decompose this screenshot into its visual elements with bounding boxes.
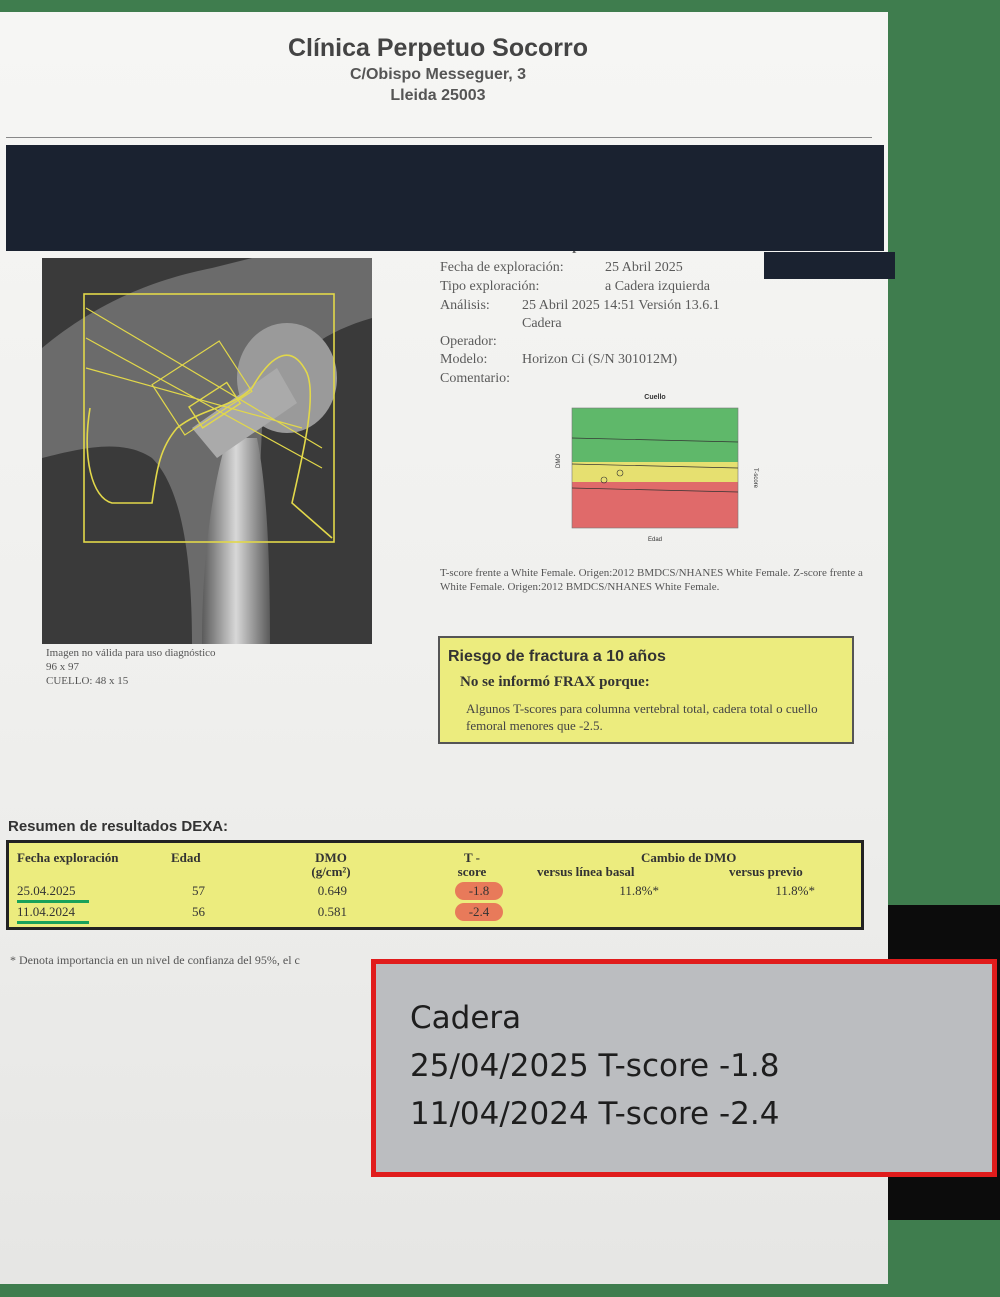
row2-edad: 56	[192, 904, 205, 919]
col-header-tscore-line1: T -	[463, 850, 480, 865]
redaction-block-small	[764, 252, 895, 279]
exam-date-label: Fecha de exploración:	[440, 260, 564, 275]
col-header-basal: versus línea basal	[537, 864, 635, 879]
clinic-address: C/Obispo Messeguer, 3 Lleida 25003	[0, 64, 876, 106]
summary-table: Fecha exploración Edad DMO (g/cm²) T - s…	[6, 840, 864, 930]
col-header-dmo-label: DMO	[315, 850, 347, 865]
row1-edad: 57	[192, 883, 205, 898]
col-header-edad: Edad	[171, 850, 201, 865]
frax-body: Algunos T-scores para columna vertebral …	[466, 701, 818, 733]
model-value: Horizon Ci (S/N 301012M)	[522, 352, 678, 367]
exam-date-value: 25 Abril 2025	[605, 260, 683, 275]
xray-caption: Imagen no válida para uso diagnóstico 96…	[46, 646, 216, 688]
xray-caption-roi: CUELLO: 48 x 15	[46, 675, 129, 687]
frax-title: Riesgo de fractura a 10 años	[448, 648, 666, 665]
exam-type-value: a Cadera izquierda	[605, 279, 710, 294]
clinic-address-street: C/Obispo Messeguer, 3	[349, 66, 527, 83]
row1-tscore: -1.8	[468, 883, 490, 898]
xray-caption-warning: Imagen no válida para uso diagnóstico	[46, 647, 216, 659]
col-header-previo: versus previo	[729, 864, 803, 879]
row1-previo: 11.8%*	[775, 883, 815, 898]
zone-normal	[572, 408, 738, 462]
clinic-name: Clínica Perpetuo Socorro	[287, 34, 589, 62]
mini-chart-right-label: T-score	[752, 468, 758, 489]
col-header-tscore: T - score	[453, 851, 491, 879]
col-header-tscore-line2: score	[457, 864, 487, 879]
mini-chart-title: Cuello	[644, 394, 665, 401]
exam-type-label: Tipo exploración:	[440, 279, 540, 294]
comment-label: Comentario:	[440, 371, 510, 386]
row2-fecha: 11.04.2024	[17, 904, 76, 919]
row2-tscore: -2.4	[468, 904, 490, 919]
col-header-dmo-unit: (g/cm²)	[311, 864, 351, 879]
frax-box: Riesgo de fractura a 10 años No se infor…	[438, 636, 854, 744]
bmd-reference-chart: Cuello DMO Edad T-score	[556, 394, 758, 543]
callout-2025-result: 25/04/2025 T-score -1.8	[410, 1048, 780, 1084]
col-header-dmo: DMO (g/cm²)	[309, 851, 353, 879]
col-header-fecha: Fecha exploración	[17, 850, 119, 865]
mini-chart-ylabel: DMO	[556, 454, 562, 468]
operator-label: Operador:	[440, 334, 497, 349]
header-divider	[6, 137, 872, 138]
callout-2024-result: 11/04/2024 T-score -2.4	[410, 1096, 780, 1132]
hip-xray-image	[42, 258, 372, 644]
model-label: Modelo:	[440, 352, 488, 367]
xray-caption-size: 96 x 97	[46, 661, 79, 673]
row2-dmo: 0.581	[317, 904, 347, 919]
analysis-region: Cadera	[522, 316, 562, 331]
col-header-cambio: Cambio de DMO	[641, 850, 737, 865]
tscore-reference-note: T-score frente a White Female. Origen:20…	[440, 567, 863, 593]
row1-underline	[17, 900, 89, 903]
callout-region: Cadera	[410, 1000, 522, 1036]
row1-basal: 11.8%*	[619, 883, 659, 898]
summary-footnote: * Denota importancia en un nivel de conf…	[10, 953, 300, 967]
row1-fecha: 25.04.2025	[17, 883, 76, 898]
analysis-label: Análisis:	[440, 298, 490, 313]
redaction-block	[6, 145, 884, 251]
clinic-address-city: Lleida 25003	[390, 87, 486, 104]
frax-subtitle: No se informó FRAX porque:	[460, 674, 650, 690]
mini-chart-xlabel: Edad	[648, 537, 662, 543]
summary-title: Resumen de resultados DEXA:	[8, 818, 229, 835]
analysis-value: 25 Abril 2025 14:51 Versión 13.6.1	[522, 298, 720, 313]
row1-dmo: 0.649	[317, 883, 347, 898]
summary-callout: Cadera 25/04/2025 T-score -1.8 11/04/202…	[371, 959, 997, 1177]
row2-underline	[17, 921, 89, 924]
zone-osteopenia	[572, 462, 738, 482]
